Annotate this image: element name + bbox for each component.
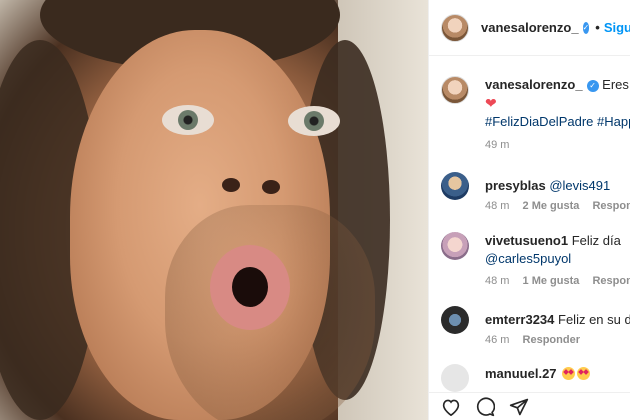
comment-body: vivetusueno1 Feliz día @carles5puyol xyxy=(485,232,621,268)
comment-avatar[interactable] xyxy=(441,364,469,392)
comment-meta: 46 m Responder xyxy=(485,334,580,346)
comment-text: Feliz día xyxy=(571,233,621,248)
caption-meta: 49 m xyxy=(485,139,509,151)
verified-badge-icon: ✓ xyxy=(582,21,590,34)
caption-body: vanesalorenzo_✓ Eres muy ❤ #FelizDiaDelP… xyxy=(485,76,630,131)
comment-mention[interactable]: @levis491 xyxy=(549,178,610,193)
heart-outline-icon[interactable] xyxy=(441,398,461,416)
comment-mention[interactable]: @carles5puyol xyxy=(485,251,571,266)
comment-item: manuuel.27 xyxy=(441,364,630,392)
follow-button[interactable]: •Siguien xyxy=(595,20,630,35)
comment-username[interactable]: vivetusueno1 xyxy=(485,233,568,248)
photo-face xyxy=(70,30,375,420)
comment-meta: 48 m 1 Me gusta Responder xyxy=(485,275,630,287)
comment-meta: 48 m 2 Me gusta Responder xyxy=(485,200,630,212)
reply-button[interactable]: Responder xyxy=(592,200,630,212)
photo-nostril xyxy=(262,180,280,194)
comment-avatar[interactable] xyxy=(441,172,469,200)
post-side-panel: vanesalorenzo_ ✓ •Siguien vanesalorenzo_… xyxy=(428,0,630,420)
photo-left-eye xyxy=(162,105,214,135)
comment-item: presyblas @levis491 xyxy=(441,172,630,200)
comment-body: presyblas @levis491 xyxy=(485,172,610,200)
caption-text: Eres muy xyxy=(602,77,630,92)
reply-button[interactable]: Responder xyxy=(592,275,630,287)
comment-time[interactable]: 48 m xyxy=(485,200,509,212)
heart-eyes-emoji-icon xyxy=(577,367,591,380)
comment-username[interactable]: presyblas xyxy=(485,178,546,193)
heart-emoji-icon: ❤ xyxy=(485,95,497,111)
paper-plane-icon[interactable] xyxy=(509,397,529,417)
photo-right-eye xyxy=(288,106,340,136)
comment-body: manuuel.27 xyxy=(485,364,591,392)
comment-text: Feliz en su día F xyxy=(558,312,630,327)
caption: vanesalorenzo_✓ Eres muy ❤ #FelizDiaDelP… xyxy=(441,76,630,131)
photo-mouth xyxy=(210,245,290,330)
comment-likes[interactable]: 2 Me gusta xyxy=(523,200,580,212)
caption-hashtags[interactable]: #FelizDiaDelPadre #HappyF xyxy=(485,114,630,129)
comment-item: vivetusueno1 Feliz día @carles5puyol xyxy=(441,232,630,268)
comment-avatar[interactable] xyxy=(441,306,469,334)
comment-item: emterr3234 Feliz en su día F xyxy=(441,306,630,334)
post-header: vanesalorenzo_ ✓ •Siguien xyxy=(429,0,630,56)
heart-eyes-emoji-icon xyxy=(562,367,576,380)
photo-nostril xyxy=(222,178,240,192)
verified-badge-icon: ✓ xyxy=(586,80,599,92)
caption-author-username[interactable]: vanesalorenzo_ xyxy=(485,77,583,92)
comment-time[interactable]: 48 m xyxy=(485,275,509,287)
post-photo[interactable] xyxy=(0,0,428,420)
comment-icon[interactable] xyxy=(475,397,495,417)
comment-username[interactable]: emterr3234 xyxy=(485,312,554,327)
comment-time[interactable]: 46 m xyxy=(485,334,509,346)
author-avatar[interactable] xyxy=(441,13,469,42)
author-username[interactable]: vanesalorenzo_ xyxy=(481,20,579,35)
caption-timestamp[interactable]: 49 m xyxy=(485,139,509,151)
reply-button[interactable]: Responder xyxy=(523,334,580,346)
comment-avatar[interactable] xyxy=(441,232,469,260)
post-action-bar xyxy=(429,392,630,420)
follow-label: Siguien xyxy=(603,20,630,35)
comment-body: emterr3234 Feliz en su día F xyxy=(485,306,630,334)
comment-username[interactable]: manuuel.27 xyxy=(485,366,557,381)
comment-likes[interactable]: 1 Me gusta xyxy=(523,275,580,287)
caption-author-avatar[interactable] xyxy=(441,76,469,104)
